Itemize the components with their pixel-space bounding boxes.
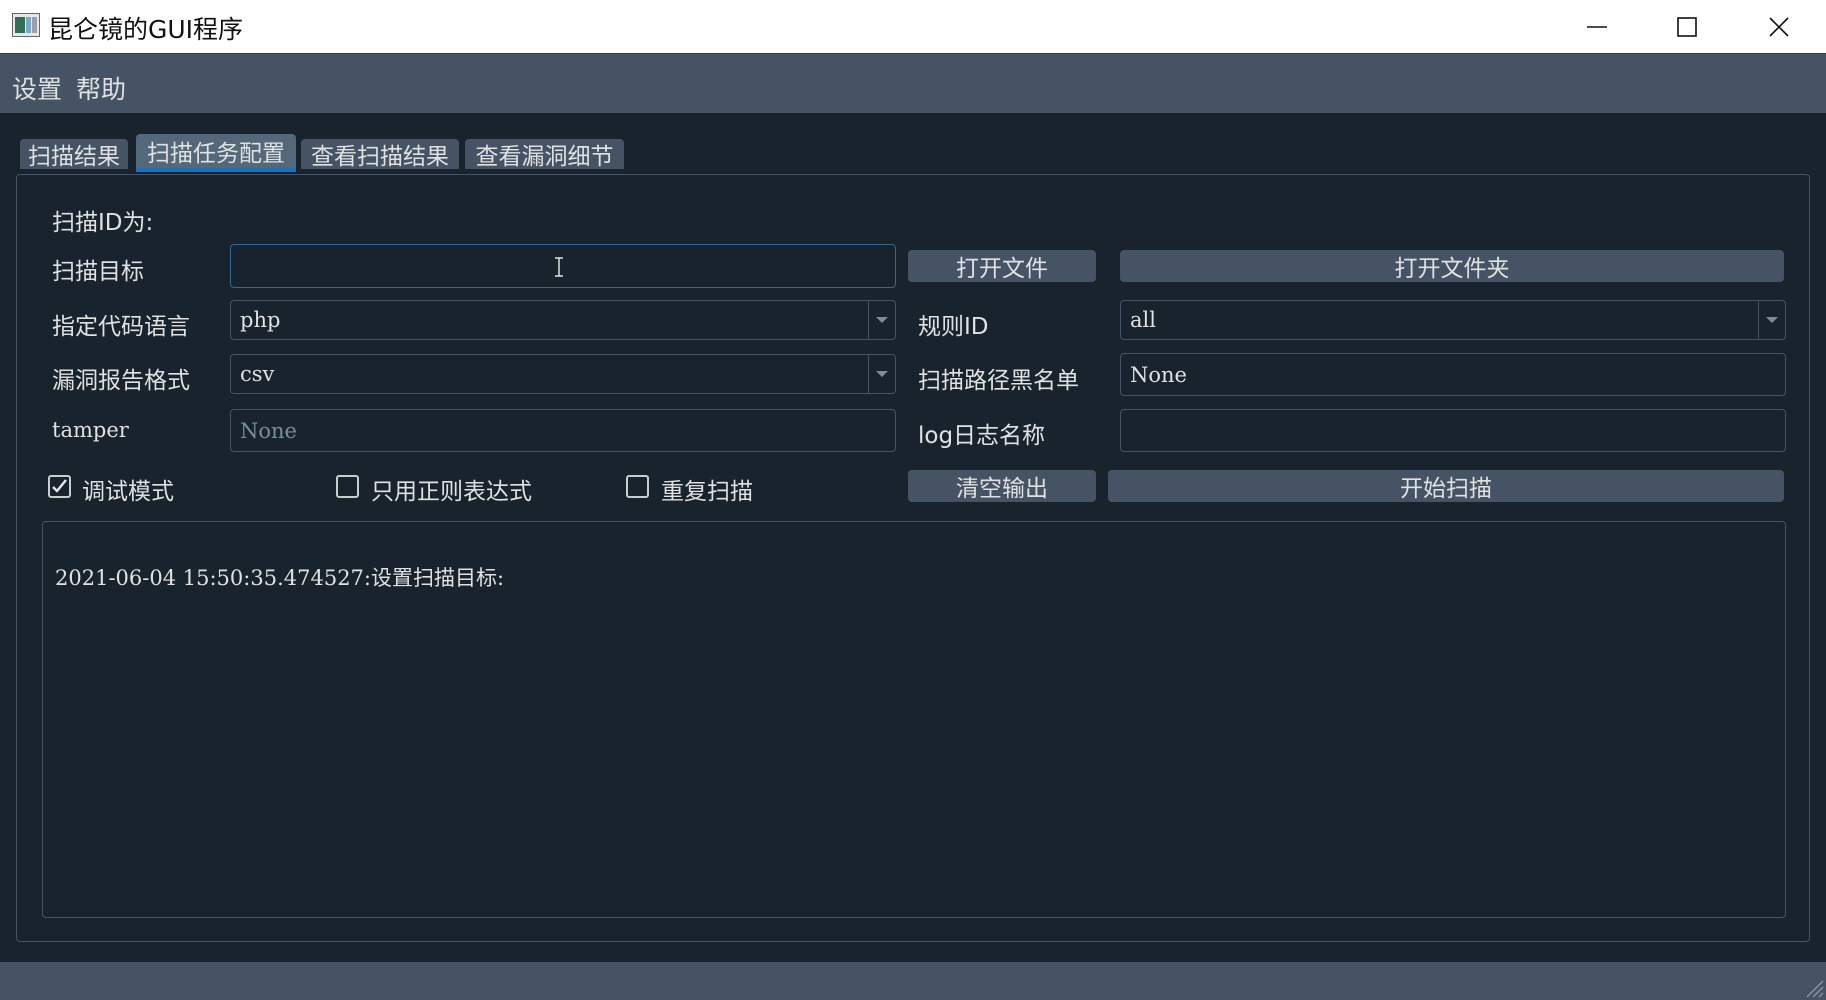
- menu-help[interactable]: 帮助: [76, 70, 126, 106]
- code-language-label: 指定代码语言: [52, 314, 190, 340]
- open-folder-button[interactable]: 打开文件夹: [1120, 250, 1784, 282]
- status-bar: [0, 962, 1826, 1000]
- rule-id-value: all: [1130, 308, 1156, 332]
- repeat-scan-checkbox[interactable]: [626, 475, 649, 498]
- chevron-down-icon[interactable]: [868, 301, 895, 339]
- repeat-scan-label[interactable]: 重复扫描: [661, 472, 753, 506]
- path-blacklist-value: None: [1130, 362, 1187, 387]
- tab-view-scan-results[interactable]: 查看扫描结果: [301, 139, 459, 170]
- log-name-input[interactable]: [1120, 409, 1786, 452]
- maximize-icon: [1677, 17, 1697, 37]
- path-blacklist-label: 扫描路径黑名单: [918, 368, 1079, 394]
- clear-output-button[interactable]: 清空输出: [908, 470, 1096, 502]
- scan-target-input[interactable]: [230, 244, 896, 288]
- path-blacklist-input[interactable]: None: [1120, 353, 1786, 396]
- debug-mode-label[interactable]: 调试模式: [82, 472, 174, 506]
- chevron-down-icon[interactable]: [868, 355, 895, 393]
- minimize-button[interactable]: [1552, 0, 1642, 54]
- tamper-placeholder: None: [240, 418, 297, 443]
- scan-id-label: 扫描ID为:: [52, 210, 154, 236]
- tab-scan-task-config[interactable]: 扫描任务配置: [136, 134, 296, 172]
- close-icon: [1769, 17, 1789, 37]
- start-scan-button[interactable]: 开始扫描: [1108, 470, 1784, 502]
- output-line: 2021-06-04 15:50:35.474527:设置扫描目标:: [55, 566, 505, 590]
- log-name-label: log日志名称: [918, 423, 1046, 449]
- window-title: 昆仑镜的GUI程序: [48, 15, 244, 44]
- report-format-value: csv: [240, 362, 275, 386]
- tab-scan-results[interactable]: 扫描结果: [20, 139, 128, 170]
- code-language-value: php: [240, 308, 281, 332]
- app-icon: [12, 13, 40, 37]
- output-log[interactable]: 2021-06-04 15:50:35.474527:设置扫描目标:: [42, 521, 1786, 918]
- tamper-label: tamper: [52, 418, 129, 442]
- menu-bar: [0, 54, 1826, 113]
- report-format-select[interactable]: csv: [230, 354, 896, 394]
- close-button[interactable]: [1734, 0, 1824, 54]
- scan-target-label: 扫描目标: [52, 259, 144, 285]
- text-cursor-icon: [555, 257, 563, 277]
- open-file-button[interactable]: 打开文件: [908, 250, 1096, 282]
- tamper-input[interactable]: None: [230, 409, 896, 452]
- rule-id-select[interactable]: all: [1120, 300, 1786, 340]
- maximize-button[interactable]: [1642, 0, 1732, 54]
- minimize-icon: [1587, 26, 1607, 28]
- chevron-down-icon[interactable]: [1758, 301, 1785, 339]
- code-language-select[interactable]: php: [230, 300, 896, 340]
- tab-view-vuln-details[interactable]: 查看漏洞细节: [465, 139, 624, 170]
- resize-grip-icon[interactable]: [1802, 976, 1824, 998]
- checkmark-icon: [52, 479, 67, 493]
- regex-only-label[interactable]: 只用正则表达式: [371, 472, 532, 506]
- main-window: 昆仑镜的GUI程序 设置 帮助 扫描结果 扫描任务配置 查看扫描结果 查看漏洞细…: [0, 0, 1826, 1000]
- debug-mode-checkbox[interactable]: [48, 475, 71, 498]
- regex-only-checkbox[interactable]: [336, 475, 359, 498]
- rule-id-label: 规则ID: [918, 314, 989, 340]
- menu-settings[interactable]: 设置: [12, 70, 62, 106]
- title-bar: 昆仑镜的GUI程序: [0, 0, 1826, 54]
- report-format-label: 漏洞报告格式: [52, 368, 190, 394]
